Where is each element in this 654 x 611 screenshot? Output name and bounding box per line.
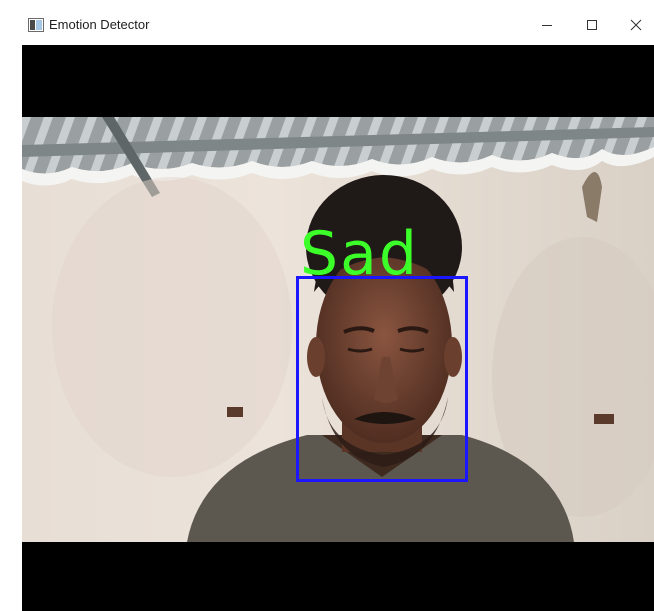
app-window-icon: [28, 18, 44, 32]
face-detection-box: [296, 276, 468, 482]
maximize-button[interactable]: [572, 8, 612, 42]
maximize-icon: [586, 19, 598, 31]
close-icon: [630, 19, 642, 31]
video-frame: Sad: [22, 45, 654, 611]
window-title: Emotion Detector: [49, 17, 150, 32]
minimize-button[interactable]: [527, 8, 567, 42]
close-button[interactable]: [617, 8, 654, 42]
title-bar: Emotion Detector: [0, 0, 654, 45]
minimize-icon: [541, 19, 553, 31]
